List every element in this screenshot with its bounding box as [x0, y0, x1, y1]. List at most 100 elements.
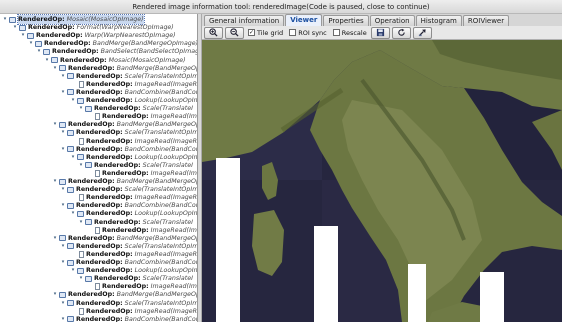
- expand-toggle-icon[interactable]: ▾: [44, 56, 50, 65]
- node-op-label: RenderedOp:: [44, 40, 91, 48]
- folder-icon: [67, 300, 74, 306]
- node-op-label: RenderedOp:: [86, 250, 133, 258]
- node-op-label: RenderedOp:: [18, 16, 65, 23]
- folder-icon: [19, 24, 26, 31]
- node-op-label: RenderedOp:: [68, 64, 115, 72]
- export-icon: [418, 29, 426, 37]
- expand-toggle-icon[interactable]: ▾: [60, 185, 66, 194]
- node-op-label: RenderedOp:: [60, 56, 107, 64]
- node-detail-label: Scale(TranslateIntOpImage): [124, 129, 198, 137]
- node-detail-label: Scale(TranslateI: [142, 105, 193, 113]
- roi-sync-check-box[interactable]: [289, 29, 297, 36]
- node-op-label: RenderedOp:: [102, 283, 149, 291]
- expand-toggle-icon[interactable]: ▾: [70, 153, 76, 162]
- save-button[interactable]: [370, 26, 390, 39]
- expand-toggle-icon[interactable]: ▾: [78, 104, 84, 113]
- node-detail-label: BandSelect(BandSelectOpImage): [100, 48, 198, 56]
- node-op-label: RenderedOp:: [86, 97, 133, 104]
- folder-icon: [59, 121, 66, 128]
- expand-toggle-icon[interactable]: ▾: [60, 201, 66, 210]
- expand-toggle-icon[interactable]: ▾: [52, 177, 58, 186]
- node-op-label: RenderedOp:: [94, 218, 141, 226]
- expand-toggle-icon[interactable]: ▾: [52, 120, 58, 129]
- zoom-in-icon: [209, 28, 218, 37]
- node-detail-label: Mosaic(MosaicOpImage): [66, 16, 144, 23]
- node-detail-label: Lookup(LookupOpIma: [134, 97, 198, 104]
- tile-grid-check-box[interactable]: ✓: [248, 29, 255, 36]
- expand-toggle-icon[interactable]: ▾: [12, 23, 18, 32]
- satellite-image-italy: [202, 40, 562, 322]
- refresh-button[interactable]: [391, 26, 411, 39]
- expand-toggle-icon[interactable]: ▾: [2, 15, 8, 24]
- node-op-label: RenderedOp:: [68, 291, 115, 299]
- tab-histogram[interactable]: Histogram: [415, 15, 462, 26]
- expand-toggle-icon[interactable]: ▾: [78, 218, 84, 227]
- expand-toggle-icon[interactable]: ▾: [60, 72, 66, 81]
- folder-icon: [67, 89, 74, 96]
- expand-toggle-icon[interactable]: ▾: [36, 47, 42, 56]
- node-op-label: RenderedOp:: [94, 105, 141, 113]
- refresh-icon: [398, 28, 405, 36]
- expand-toggle-icon[interactable]: ▾: [60, 299, 66, 308]
- tab-viewer[interactable]: Viewer: [285, 14, 323, 26]
- expand-toggle-icon[interactable]: ▾: [60, 88, 66, 97]
- document-icon: [79, 307, 84, 315]
- folder-icon: [67, 73, 74, 80]
- document-icon: [95, 169, 100, 177]
- operation-tree[interactable]: ▾ RenderedOp: Mosaic(MosaicOpImage) ▾ Rende…: [0, 14, 198, 322]
- tree-node[interactable]: ▾ RenderedOp: BandCombine(BandComb: [60, 315, 197, 322]
- image-viewer[interactable]: [202, 40, 562, 322]
- tab-properties[interactable]: Properties: [323, 15, 369, 26]
- expand-toggle-icon[interactable]: ▾: [52, 64, 58, 73]
- expand-toggle-icon[interactable]: ▾: [20, 31, 26, 40]
- tab-operation[interactable]: Operation: [369, 15, 415, 26]
- folder-icon: [77, 267, 84, 274]
- node-op-label: RenderedOp:: [76, 259, 123, 266]
- document-icon: [79, 137, 84, 145]
- document-icon: [95, 283, 100, 291]
- expand-toggle-icon[interactable]: ▾: [52, 234, 58, 243]
- tab-roiviewer[interactable]: ROIViewer: [462, 15, 510, 26]
- expand-toggle-icon[interactable]: ▾: [70, 209, 76, 218]
- folder-icon: [59, 65, 66, 72]
- save-icon: [376, 28, 384, 37]
- expand-toggle-icon[interactable]: ▾: [28, 39, 34, 48]
- folder-icon: [85, 162, 92, 169]
- tile-grid-checkbox[interactable]: ✓ Tile grid: [248, 29, 283, 37]
- folder-icon: [67, 316, 74, 322]
- expand-toggle-icon[interactable]: ▾: [52, 290, 58, 299]
- expand-toggle-icon[interactable]: ▾: [60, 315, 66, 322]
- expand-toggle-icon[interactable]: ▾: [60, 242, 66, 251]
- node-detail-label: Scale(TranslateI: [142, 161, 193, 169]
- expand-toggle-icon[interactable]: ▾: [78, 274, 84, 283]
- node-detail-label: Scale(TranslateIntOpImage): [124, 242, 198, 250]
- node-detail-label: ImageRead(ImageRea: [134, 194, 198, 202]
- folder-icon: [67, 129, 74, 136]
- expand-toggle-icon[interactable]: ▾: [60, 258, 66, 267]
- roi-sync-checkbox[interactable]: ROI sync: [289, 29, 327, 37]
- node-detail-label: Scale(TranslateIntOpImage): [124, 186, 198, 194]
- zoom-out-button[interactable]: [225, 26, 244, 39]
- node-detail-label: ImageRead(Im: [150, 169, 197, 177]
- document-icon: [79, 80, 84, 88]
- expand-toggle-icon[interactable]: ▾: [70, 96, 76, 105]
- node-op-label: RenderedOp:: [76, 315, 123, 322]
- zoom-out-icon: [230, 28, 239, 37]
- rescale-check-box[interactable]: [332, 29, 340, 36]
- rescale-checkbox[interactable]: Rescale: [332, 29, 367, 37]
- expand-toggle-icon[interactable]: ▾: [78, 161, 84, 170]
- folder-icon: [67, 243, 74, 250]
- folder-icon: [43, 48, 50, 55]
- folder-icon: [77, 210, 84, 217]
- expand-toggle-icon[interactable]: ▾: [70, 266, 76, 275]
- expand-toggle-icon[interactable]: ▾: [60, 128, 66, 137]
- export-button[interactable]: [412, 26, 432, 39]
- node-op-label: RenderedOp:: [102, 113, 149, 121]
- node-op-label: RenderedOp:: [86, 137, 133, 145]
- folder-icon: [59, 235, 66, 242]
- tab-general-information[interactable]: General information: [204, 15, 285, 26]
- folder-icon: [59, 291, 66, 298]
- zoom-in-button[interactable]: [204, 26, 223, 39]
- expand-toggle-icon[interactable]: ▾: [60, 145, 66, 154]
- node-detail-label: ImageRead(Im: [150, 113, 197, 121]
